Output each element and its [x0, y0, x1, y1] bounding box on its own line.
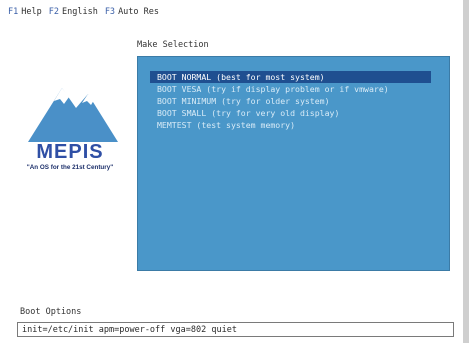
boot-menu-item-memtest[interactable]: MEMTEST (test system memory) — [150, 119, 431, 131]
mountain-shape — [28, 88, 118, 142]
boot-menu-item-small[interactable]: BOOT SMALL (try for very old display) — [150, 107, 431, 119]
boot-options-input[interactable] — [17, 322, 454, 337]
boot-screen: F1 Help F2 English F3 Auto Res MEPIS "An… — [0, 0, 463, 343]
boot-menu-item-minimum[interactable]: BOOT MINIMUM (try for older system) — [150, 95, 431, 107]
language-key[interactable]: F2 English — [49, 7, 98, 17]
menu-heading: Make Selection — [137, 40, 209, 50]
logo-wordmark: MEPIS — [36, 141, 103, 163]
boot-options-label: Boot Options — [20, 307, 82, 317]
language-key-label: English — [61, 7, 98, 17]
resolution-key-label: Auto Res — [118, 7, 160, 17]
boot-menu-panel: BOOT NORMAL (best for most system) BOOT … — [137, 56, 450, 271]
help-key-code: F1 — [8, 7, 19, 17]
boot-menu-list: BOOT NORMAL (best for most system) BOOT … — [150, 71, 431, 131]
boot-menu-item-vesa[interactable]: BOOT VESA (try if display problem or if … — [150, 83, 431, 95]
language-key-code: F2 — [48, 7, 59, 17]
help-key[interactable]: F1 Help — [8, 7, 42, 17]
logo-tagline: "An OS for the 21st Century" — [27, 164, 113, 171]
resolution-key-code: F3 — [104, 7, 116, 17]
boot-menu-item-normal[interactable]: BOOT NORMAL (best for most system) — [150, 71, 431, 83]
resolution-key[interactable]: F3 Auto Res — [105, 7, 159, 17]
screen-edge — [463, 0, 469, 343]
mepis-logo: MEPIS "An OS for the 21st Century" — [27, 58, 118, 171]
function-key-bar: F1 Help F2 English F3 Auto Res — [8, 7, 159, 17]
help-key-label: Help — [21, 7, 42, 17]
